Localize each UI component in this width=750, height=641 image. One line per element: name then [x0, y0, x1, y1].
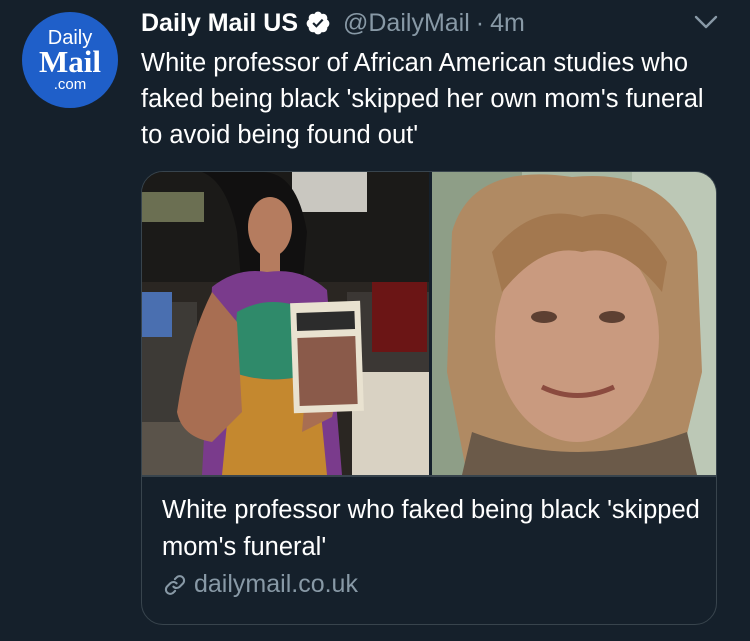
handle[interactable]: @DailyMail — [343, 9, 470, 38]
card-link[interactable]: dailymail.co.uk — [162, 570, 358, 599]
card-image-woman-with-book — [142, 172, 429, 475]
chevron-down-icon[interactable] — [693, 12, 719, 32]
timestamp[interactable]: 4m — [490, 9, 525, 38]
avatar[interactable]: Daily Mail .com — [22, 12, 118, 108]
avatar-line-3: .com — [53, 76, 87, 93]
link-card[interactable]: White professor who faked being black 's… — [141, 171, 717, 625]
card-media[interactable] — [142, 172, 716, 475]
card-divider — [142, 475, 716, 477]
display-name[interactable]: Daily Mail US — [141, 9, 298, 38]
separator-dot: · — [475, 8, 485, 37]
card-image-elderly-woman — [432, 172, 716, 475]
link-icon — [164, 574, 186, 595]
card-title[interactable]: White professor who faked being black 's… — [162, 492, 702, 566]
tweet-header: Daily Mail US @DailyMail · 4m — [141, 6, 525, 40]
avatar-line-2: Mail — [39, 44, 101, 79]
tweet-text: White professor of African American stud… — [141, 49, 704, 149]
verified-badge-icon — [306, 11, 330, 35]
card-domain: dailymail.co.uk — [194, 570, 358, 598]
